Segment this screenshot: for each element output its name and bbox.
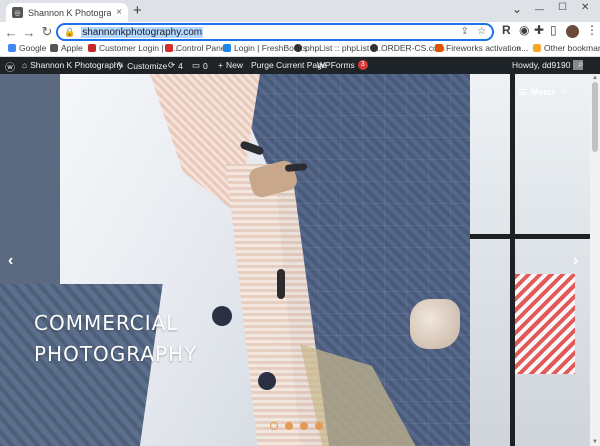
- slide-dot-2[interactable]: [285, 422, 293, 430]
- bookmark-label: Apple: [61, 43, 83, 53]
- brush-icon: ✎: [117, 60, 125, 70]
- customize-label: Customize: [127, 60, 168, 71]
- prev-slide-arrow-icon[interactable]: ‹: [8, 252, 13, 270]
- minimize-button[interactable]: —: [535, 4, 544, 14]
- close-tab-icon[interactable]: ×: [116, 7, 122, 18]
- window-frame: [510, 74, 515, 446]
- next-slide-arrow-icon[interactable]: ›: [573, 252, 578, 270]
- extensions-puzzle-icon[interactable]: ✚: [534, 23, 544, 37]
- updates-icon: ⟳: [168, 60, 176, 70]
- menu-button[interactable]: Menu: [519, 87, 555, 97]
- site-name-link[interactable]: ⌂ Shannon K Photography: [22, 60, 123, 70]
- purge-page-link[interactable]: Purge Current Page: [251, 60, 327, 70]
- hamburger-icon: [519, 89, 527, 95]
- customer-login-icon: [88, 44, 96, 52]
- url-text[interactable]: shannonkphotography.com: [81, 26, 204, 38]
- comments-link[interactable]: ▭ 0: [192, 60, 208, 71]
- hero-slider: COMMERCIAL PHOTOGRAPHY: [0, 74, 590, 446]
- back-button[interactable]: ←: [2, 25, 20, 40]
- forward-button[interactable]: →: [20, 25, 38, 40]
- bookmark-google[interactable]: Google: [8, 43, 46, 53]
- hero-heading: COMMERCIAL PHOTOGRAPHY: [34, 308, 274, 370]
- shirt-button: [258, 372, 276, 390]
- bookmark-label: Other bookmarks: [544, 43, 600, 53]
- admin-search-icon[interactable]: ⌕: [578, 59, 584, 70]
- folder-icon: [533, 44, 541, 52]
- background-fabric: [515, 274, 575, 374]
- bookmark-fireworks[interactable]: Fireworks activation...: [435, 43, 528, 53]
- bookmark-order-cs[interactable]: ORDER-CS.com: [370, 43, 445, 53]
- tab-title: Shannon K Photography ~ "We c: [28, 7, 112, 18]
- hero-heading-line2: PHOTOGRAPHY: [34, 342, 198, 366]
- scroll-down-icon[interactable]: ▼: [592, 439, 598, 445]
- extension-eye-icon[interactable]: ◉: [519, 23, 529, 37]
- slide-dot-3[interactable]: [300, 422, 308, 430]
- wp-admin-bar: ⓦ ⌂ Shannon K Photography ✎ Customize ⟳ 4 ▭…: [0, 57, 600, 74]
- reload-button[interactable]: ↻: [38, 24, 56, 40]
- wpforms-badge: 3: [357, 60, 368, 70]
- bookmark-control-panel[interactable]: Control Panel: [165, 43, 228, 53]
- omnibox-actions: ⇪ ☆: [461, 26, 486, 37]
- other-bookmarks[interactable]: Other bookmarks: [533, 43, 600, 53]
- bookmarks-overflow-button[interactable]: »: [516, 43, 521, 53]
- pocket-square: [410, 299, 460, 349]
- more-menu-icon[interactable]: ⋮: [586, 23, 598, 37]
- side-panel-icon[interactable]: ▯: [550, 23, 557, 37]
- phplist-icon: [294, 44, 302, 52]
- bookmark-phplist[interactable]: phpList :: phpList :...: [294, 43, 381, 53]
- menu-label: Menu: [531, 87, 555, 97]
- slider-dots: [270, 422, 323, 430]
- apple-icon: [50, 44, 58, 52]
- new-tab-button[interactable]: +: [133, 3, 142, 19]
- site-search-icon[interactable]: ⌕: [562, 85, 568, 98]
- adobe-icon: [435, 44, 443, 52]
- extension-r-icon[interactable]: R: [502, 23, 511, 37]
- home-icon: ⌂: [22, 60, 28, 70]
- new-content-link[interactable]: + New: [218, 60, 243, 70]
- hero-heading-line1: COMMERCIAL: [34, 311, 179, 335]
- plus-icon: +: [218, 60, 223, 70]
- bookmark-label: Google: [19, 43, 47, 53]
- bookmarks-bar: Google Apple Customer Login | In... Cont…: [0, 42, 600, 57]
- profile-avatar[interactable]: [566, 25, 579, 38]
- howdy-label: Howdy, dd9190: [512, 60, 571, 70]
- share-icon[interactable]: ⇪: [461, 26, 469, 37]
- lock-icon[interactable]: 🔒: [64, 27, 75, 38]
- slide-dot-4[interactable]: [315, 422, 323, 430]
- bookmark-star-icon[interactable]: ☆: [477, 26, 486, 37]
- account-link[interactable]: Howdy, dd9190: [512, 60, 584, 70]
- customize-link[interactable]: ✎ Customize: [117, 60, 167, 71]
- globe-icon: [370, 44, 378, 52]
- wordpress-logo-icon[interactable]: ⓦ: [5, 59, 15, 74]
- comment-icon: ▭: [192, 60, 201, 70]
- updates-count: 4: [178, 60, 183, 71]
- address-bar[interactable]: 🔒 shannonkphotography.com ⇪ ☆: [56, 23, 494, 41]
- scroll-up-icon[interactable]: ▲: [592, 75, 598, 81]
- close-window-button[interactable]: ✕: [581, 2, 589, 13]
- browser-tab[interactable]: ◎ Shannon K Photography ~ "We c ×: [6, 3, 128, 22]
- document-icon: [223, 44, 231, 52]
- maximize-button[interactable]: ☐: [558, 2, 567, 13]
- site-name-label: Shannon K Photography: [30, 60, 123, 70]
- google-icon: [8, 44, 16, 52]
- site-favicon-icon: ◎: [12, 7, 23, 18]
- comments-count: 0: [203, 60, 208, 71]
- wpforms-label: WPForms: [317, 60, 355, 70]
- bookmark-apple[interactable]: Apple: [50, 43, 83, 53]
- buttonhole: [277, 269, 285, 299]
- slide-dot-1[interactable]: [270, 422, 278, 430]
- tab-search-icon[interactable]: ⌄: [512, 2, 522, 16]
- gmail-icon: [165, 44, 173, 52]
- new-label: New: [225, 60, 243, 70]
- page-scrollbar[interactable]: ▲ ▼: [590, 74, 600, 446]
- bookmark-label: Control Panel: [176, 43, 228, 53]
- tab-strip: ◎ Shannon K Photography ~ "We c × + ⌄ — …: [0, 0, 600, 22]
- updates-link[interactable]: ⟳ 4: [168, 60, 183, 71]
- scrollbar-thumb[interactable]: [592, 82, 598, 152]
- wpforms-link[interactable]: WPForms 3: [317, 60, 368, 70]
